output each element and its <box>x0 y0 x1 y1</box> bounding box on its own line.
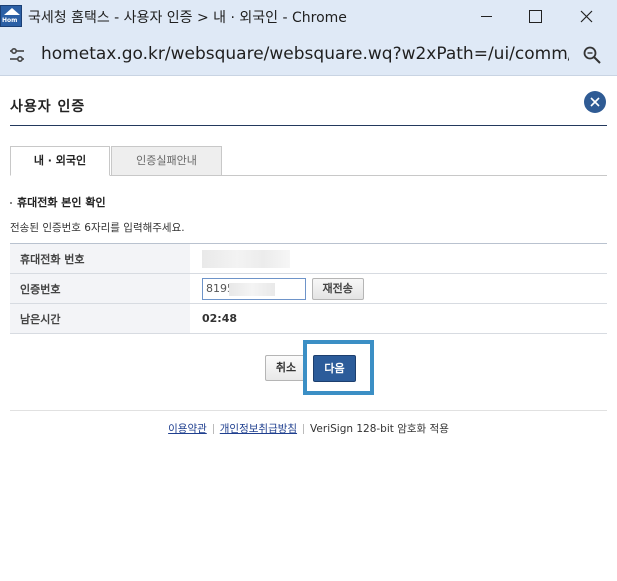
code-redacted <box>229 282 275 296</box>
tab-auth-failure-guide[interactable]: 인증실패안내 <box>111 146 222 176</box>
phone-value <box>190 243 607 274</box>
next-button[interactable]: 다음 <box>313 355 356 382</box>
bullet-icon <box>10 202 12 204</box>
popup-close-button[interactable] <box>584 91 606 113</box>
tab-domestic-foreigner[interactable]: 내 · 외국인 <box>10 146 110 176</box>
auth-popup-page: 사용자 인증 내 · 외국인 인증실패안내 휴대전화 본인 확인 전송된 인증번… <box>0 77 617 581</box>
popup-title: 사용자 인증 <box>10 99 86 115</box>
remaining-time-label: 남은시간 <box>10 303 190 334</box>
window-close-button[interactable] <box>563 0 609 34</box>
close-icon <box>580 10 593 23</box>
remaining-time-cell: 02:48 <box>190 303 607 334</box>
minimize-button[interactable] <box>463 0 509 34</box>
site-info-icon[interactable] <box>7 45 27 65</box>
phone-number-redacted <box>202 249 290 268</box>
address-bar: hometax.go.kr/websquare/websquare.wq?w2x… <box>0 34 617 76</box>
footer-separator <box>212 424 214 434</box>
privacy-link[interactable]: 개인정보취급방침 <box>220 423 297 435</box>
terms-link[interactable]: 이용약관 <box>168 423 207 435</box>
remaining-time-value: 02:48 <box>202 312 238 325</box>
table-row: 남은시간 02:48 <box>10 303 607 334</box>
instruction-text: 전송된 인증번호 6자리를 입력해주세요. <box>10 222 185 234</box>
tab-divider <box>110 175 607 176</box>
verification-code-input[interactable]: 81957 <box>202 277 306 300</box>
section-title-text: 휴대전화 본인 확인 <box>17 196 106 209</box>
footer: 이용약관 개인정보취급방침 VeriSign 128-bit 암호화 적용 <box>0 421 617 436</box>
security-note: VeriSign 128-bit 암호화 적용 <box>310 423 449 435</box>
cancel-button[interactable]: 취소 <box>265 355 307 381</box>
table-row: 휴대전화 번호 <box>10 243 607 274</box>
verification-table: 휴대전화 번호 인증번호 81957 재전송 남은시간 02:48 <box>10 243 607 334</box>
zoom-icon[interactable] <box>582 45 602 65</box>
url-text[interactable]: hometax.go.kr/websquare/websquare.wq?w2x… <box>41 44 569 64</box>
footer-separator <box>303 424 305 434</box>
title-divider <box>10 125 607 126</box>
window-title: 국세청 홈택스 - 사용자 인증 > 내 · 외국인 - Chrome <box>28 10 347 26</box>
code-label: 인증번호 <box>10 273 190 304</box>
footer-divider <box>10 410 607 411</box>
window-titlebar: Hom 국세청 홈택스 - 사용자 인증 > 내 · 외국인 - Chrome <box>0 0 617 34</box>
close-icon <box>590 97 600 107</box>
resend-button[interactable]: 재전송 <box>311 277 364 300</box>
phone-label: 휴대전화 번호 <box>10 243 190 274</box>
hometax-app-icon: Hom <box>0 5 22 27</box>
section-title: 휴대전화 본인 확인 <box>10 194 106 210</box>
code-cell: 81957 재전송 <box>190 273 607 304</box>
maximize-button[interactable] <box>511 0 557 34</box>
table-row: 인증번호 81957 재전송 <box>10 273 607 304</box>
